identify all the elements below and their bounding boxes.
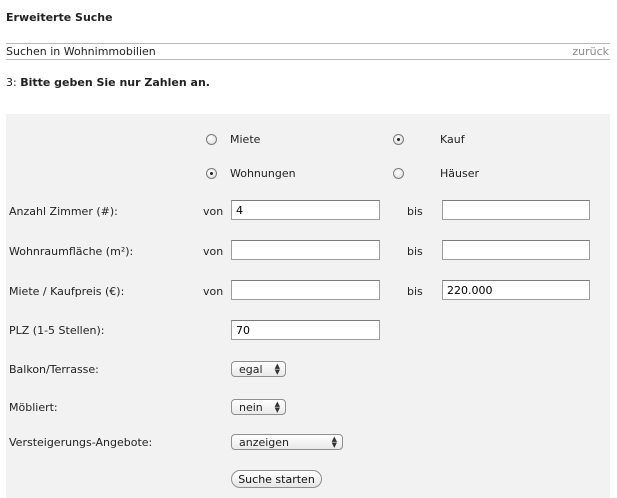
radio-kauf-label[interactable]: Kauf	[440, 133, 465, 146]
radio-miete[interactable]	[206, 134, 217, 145]
updown-arrows-icon: ▲ ▼	[274, 400, 280, 414]
flaeche-label: Wohnraumfläche (m²):	[9, 245, 134, 258]
updown-arrows-icon: ▲ ▼	[331, 435, 337, 449]
updown-arrows-icon: ▲ ▼	[274, 362, 280, 376]
back-link[interactable]: zurück	[572, 45, 609, 58]
search-submit-button[interactable]: Suche starten	[231, 470, 322, 488]
balkon-label: Balkon/Terrasse:	[9, 363, 99, 376]
balkon-select-value: egal	[239, 363, 263, 376]
plz-label: PLZ (1-5 Stellen):	[9, 324, 105, 337]
radio-wohnungen-label[interactable]: Wohnungen	[230, 167, 296, 180]
section-header-label: Suchen in Wohnimmobilien	[6, 45, 156, 58]
flaeche-bis-label: bis	[407, 245, 423, 258]
radio-kauf[interactable]	[393, 134, 404, 145]
preis-from-input[interactable]	[231, 280, 380, 300]
radio-haeuser[interactable]	[393, 168, 404, 179]
versteigerung-label: Versteigerungs-Angebote:	[9, 436, 153, 449]
preis-label: Miete / Kaufpreis (€):	[9, 285, 125, 298]
preis-bis-label: bis	[407, 285, 423, 298]
zimmer-bis-label: bis	[407, 205, 423, 218]
zimmer-from-input[interactable]	[231, 200, 380, 220]
instruction-note: 3: Bitte geben Sie nur Zahlen an.	[6, 76, 210, 89]
search-form: Miete Kauf Wohnungen Häuser Anzahl Zimme…	[6, 114, 610, 498]
moebliert-label: Möbliert:	[9, 401, 58, 414]
moebliert-select[interactable]: nein ▲ ▼	[231, 399, 286, 415]
page-title: Erweiterte Suche	[6, 11, 113, 24]
zimmer-to-input[interactable]	[442, 200, 590, 220]
zimmer-von-label: von	[203, 205, 224, 218]
radio-wohnungen[interactable]	[206, 168, 217, 179]
preis-to-input[interactable]	[442, 280, 590, 300]
preis-von-label: von	[203, 285, 224, 298]
flaeche-from-input[interactable]	[231, 240, 380, 260]
moebliert-select-value: nein	[239, 401, 263, 414]
radio-miete-label[interactable]: Miete	[230, 133, 260, 146]
note-text: Bitte geben Sie nur Zahlen an.	[20, 76, 210, 89]
versteigerung-select[interactable]: anzeigen ▲ ▼	[231, 434, 343, 450]
flaeche-to-input[interactable]	[442, 240, 590, 260]
radio-haeuser-label[interactable]: Häuser	[440, 167, 479, 180]
zimmer-label: Anzahl Zimmer (#):	[9, 205, 118, 218]
section-header: Suchen in Wohnimmobilien zurück	[6, 43, 610, 60]
versteigerung-select-value: anzeigen	[239, 436, 290, 449]
plz-input[interactable]	[231, 320, 380, 340]
balkon-select[interactable]: egal ▲ ▼	[231, 361, 286, 377]
flaeche-von-label: von	[203, 245, 224, 258]
note-number: 3:	[6, 76, 21, 89]
